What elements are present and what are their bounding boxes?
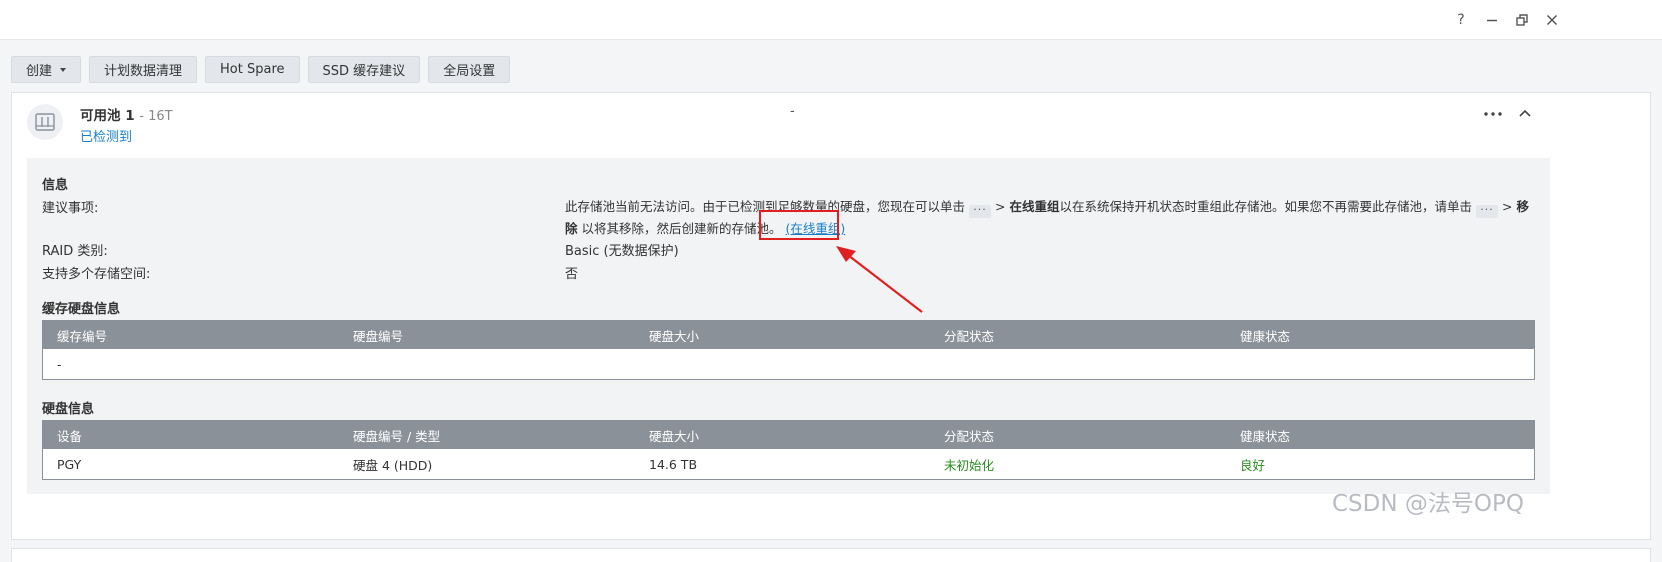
raid-type-value: Basic (无数据保护) <box>565 244 679 259</box>
annotation-arrow <box>836 246 923 313</box>
table-row[interactable]: - <box>43 349 1534 379</box>
toolbar: 创建 计划数据清理 Hot Spare SSD 缓存建议 全局设置 <box>11 56 511 83</box>
advice-part3: 以将其移除，然后创建新的存储池。 <box>581 221 782 236</box>
table-row[interactable]: PGY 硬盘 4 (HDD) 14.6 TB 未初始化 良好 <box>43 449 1534 479</box>
pool-size: - 16T <box>139 109 173 124</box>
pool-title: 可用池 1 - 16T <box>80 104 173 124</box>
disk-info-table: 设备 硬盘编号 / 类型 硬盘大小 分配状态 健康状态 PGY 硬盘 4 (HD… <box>42 420 1535 480</box>
column-header: 分配状态 <box>944 428 995 444</box>
device-cell: PGY <box>57 456 82 472</box>
cache-section-title: 缓存硬盘信息 <box>42 302 121 317</box>
close-button[interactable] <box>1541 9 1563 31</box>
help-icon: ? <box>1457 12 1465 28</box>
window-titlebar: ? <box>0 0 1662 40</box>
advice-text: 此存储池当前无法访问。由于已检测到足够数量的硬盘，您现在可以单击 ··· > 在线重… <box>565 196 1540 239</box>
column-header: 设备 <box>57 428 83 444</box>
advice-online-rebuild: 在线重组 <box>1009 199 1060 214</box>
help-button[interactable]: ? <box>1450 9 1472 31</box>
advice-gt2: > <box>1502 199 1513 214</box>
raid-type-label: RAID 类别: <box>42 244 108 259</box>
highlight-box <box>759 210 839 240</box>
column-header: 硬盘大小 <box>649 428 700 444</box>
allocation-status-cell: 未初始化 <box>944 457 995 473</box>
watermark: CSDN @法号OPQ <box>1332 491 1524 517</box>
multi-space-label: 支持多个存储空间: <box>42 267 151 282</box>
health-status-cell: 良好 <box>1240 457 1266 473</box>
minimize-icon <box>1487 19 1497 22</box>
column-header: 健康状态 <box>1240 428 1291 444</box>
disk-number-cell: 硬盘 4 (HDD) <box>353 457 433 473</box>
create-label: 创建 <box>26 64 53 79</box>
pool-detail-panel: 信息 建议事项: 此存储池当前无法访问。由于已检测到足够数量的硬盘，您现在可以单… <box>27 158 1550 494</box>
pool-mid-value: - <box>790 104 795 119</box>
column-header: 硬盘大小 <box>649 328 700 344</box>
more-options-icon-inline-2: ··· <box>1476 204 1499 218</box>
multi-space-value: 否 <box>565 267 579 282</box>
advice-gt1: > <box>995 199 1006 214</box>
global-settings-button[interactable]: 全局设置 <box>428 56 511 83</box>
hot-spare-button[interactable]: Hot Spare <box>205 56 300 83</box>
restore-icon <box>1516 14 1528 26</box>
ssd-cache-advice-button[interactable]: SSD 缓存建议 <box>307 56 421 83</box>
table-header: 缓存编号 硬盘编号 硬盘大小 分配状态 健康状态 <box>43 321 1534 349</box>
cache-disk-table: 缓存编号 硬盘编号 硬盘大小 分配状态 健康状态 - <box>42 320 1535 380</box>
pool-status: 已检测到 <box>80 130 133 145</box>
create-dropdown-button[interactable]: 创建 <box>11 56 82 83</box>
pool-name: 可用池 1 <box>80 108 135 124</box>
schedule-cleanup-button[interactable]: 计划数据清理 <box>89 56 198 83</box>
column-header: 分配状态 <box>944 328 995 344</box>
advice-label: 建议事项: <box>42 201 99 216</box>
table-cell: - <box>57 356 62 372</box>
advice-part2: 以在系统保持开机状态时重组此存储池。如果您不再需要此存储池，请单击 <box>1059 199 1473 214</box>
info-section-title: 信息 <box>42 178 69 193</box>
minimize-button[interactable] <box>1481 9 1503 31</box>
column-header: 缓存编号 <box>57 328 108 344</box>
restore-button[interactable] <box>1511 9 1533 31</box>
disk-size-cell: 14.6 TB <box>649 456 698 472</box>
column-header: 健康状态 <box>1240 328 1291 344</box>
next-card <box>11 548 1651 562</box>
table-header: 设备 硬盘编号 / 类型 硬盘大小 分配状态 健康状态 <box>43 421 1534 449</box>
chevron-up-icon[interactable] <box>1515 103 1535 123</box>
disk-section-title: 硬盘信息 <box>42 402 95 417</box>
storage-pool-icon <box>27 104 63 140</box>
column-header: 硬盘编号 / 类型 <box>353 428 441 444</box>
more-options-icon-inline: ··· <box>969 204 992 218</box>
more-options-icon[interactable] <box>1482 105 1504 123</box>
caret-down-icon <box>60 67 67 72</box>
close-icon <box>1546 14 1558 26</box>
column-header: 硬盘编号 <box>353 328 404 344</box>
